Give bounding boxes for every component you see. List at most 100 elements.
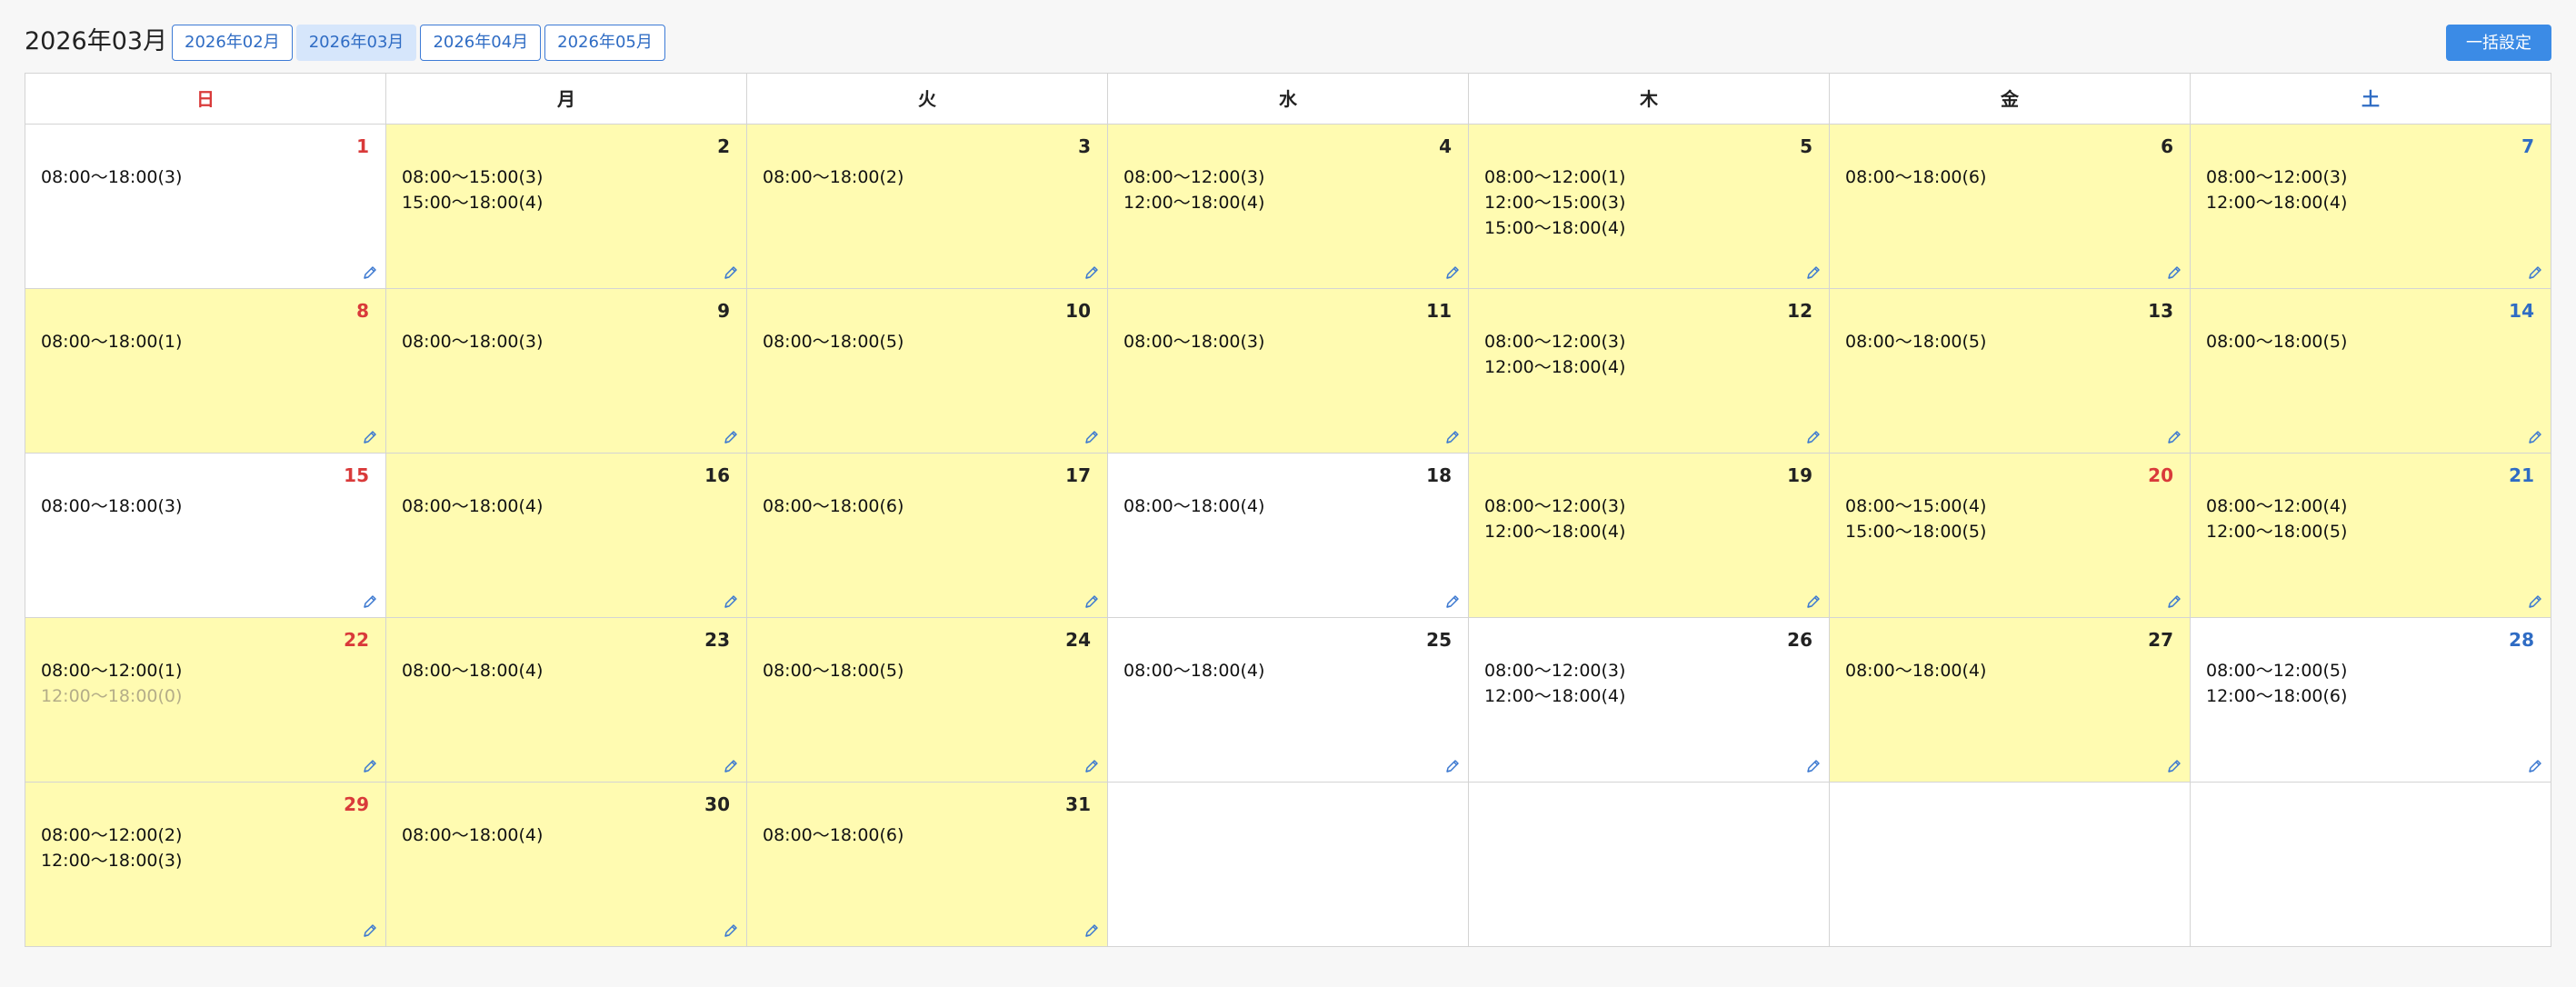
day-cell: 10 08:00〜18:00(5) — [747, 289, 1108, 454]
time-slot: 12:00〜18:00(4) — [1484, 686, 1626, 706]
day-number: 12 — [1787, 300, 1812, 322]
day-number: 13 — [2148, 300, 2173, 322]
edit-pencil-icon[interactable] — [723, 922, 739, 939]
time-slot: 12:00〜18:00(4) — [1484, 522, 1626, 542]
day-number: 16 — [704, 464, 730, 486]
edit-pencil-icon[interactable] — [1083, 429, 1100, 445]
day-number: 28 — [2509, 629, 2534, 651]
day-number: 11 — [1426, 300, 1452, 322]
edit-pencil-icon[interactable] — [1805, 593, 1822, 610]
time-slot-list: 08:00〜18:00(4) — [1123, 494, 1264, 519]
edit-pencil-icon[interactable] — [723, 593, 739, 610]
edit-pencil-icon[interactable] — [1444, 593, 1461, 610]
day-number: 23 — [704, 629, 730, 651]
edit-pencil-icon[interactable] — [2527, 264, 2543, 281]
day-cell: 3 08:00〜18:00(2) — [747, 125, 1108, 289]
day-number: 6 — [2161, 135, 2173, 157]
time-slot-list: 08:00〜18:00(2) — [763, 164, 904, 190]
month-tab-2026-02[interactable]: 2026年02月 — [172, 25, 293, 61]
time-slot: 08:00〜15:00(3) — [402, 167, 544, 187]
edit-pencil-icon[interactable] — [2166, 593, 2182, 610]
time-slot: 08:00〜18:00(4) — [1845, 661, 1987, 681]
weekday-tue: 火 — [747, 74, 1108, 125]
edit-pencil-icon[interactable] — [2166, 429, 2182, 445]
time-slot: 08:00〜12:00(2) — [41, 825, 183, 845]
day-number: 17 — [1065, 464, 1091, 486]
day-cell: 6 08:00〜18:00(6) — [1830, 125, 2191, 289]
edit-pencil-icon[interactable] — [362, 758, 378, 774]
day-number: 22 — [344, 629, 369, 651]
day-number: 8 — [356, 300, 369, 322]
bulk-settings-button[interactable]: 一括設定 — [2446, 25, 2551, 61]
time-slot-list: 08:00〜18:00(4) — [402, 658, 543, 683]
page-title: 2026年03月 — [25, 27, 168, 55]
time-slot-list: 08:00〜12:00(1) 12:00〜15:00(3) 15:00〜18:00(… — [1484, 164, 1625, 241]
edit-pencil-icon[interactable] — [723, 264, 739, 281]
time-slot: 08:00〜12:00(3) — [2206, 167, 2348, 187]
edit-pencil-icon[interactable] — [1444, 758, 1461, 774]
empty-day-cell — [1108, 783, 1469, 947]
time-slot: 08:00〜12:00(1) — [1484, 167, 1626, 187]
edit-pencil-icon[interactable] — [723, 758, 739, 774]
day-cell: 21 08:00〜12:00(4) 12:00〜18:00(5) — [2191, 454, 2551, 618]
month-tab-2026-03[interactable]: 2026年03月 — [295, 25, 417, 61]
calendar-week: 29 08:00〜12:00(2) 12:00〜18:00(3) 30 08:00〜18… — [25, 783, 2551, 947]
time-slot-list: 08:00〜15:00(4) 15:00〜18:00(5) — [1845, 494, 1986, 544]
day-cell: 1 08:00〜18:00(3) — [25, 125, 386, 289]
edit-pencil-icon[interactable] — [2527, 429, 2543, 445]
time-slot: 08:00〜12:00(3) — [1484, 496, 1626, 516]
day-cell: 20 08:00〜15:00(4) 15:00〜18:00(5) — [1830, 454, 2191, 618]
day-cell: 16 08:00〜18:00(4) — [386, 454, 747, 618]
edit-pencil-icon[interactable] — [723, 429, 739, 445]
edit-pencil-icon[interactable] — [1805, 429, 1822, 445]
edit-pencil-icon[interactable] — [2166, 758, 2182, 774]
edit-pencil-icon[interactable] — [1444, 264, 1461, 281]
day-number: 3 — [1078, 135, 1091, 157]
time-slot: 08:00〜18:00(4) — [402, 825, 544, 845]
time-slot: 12:00〜18:00(4) — [1484, 357, 1626, 377]
time-slot: 08:00〜18:00(4) — [1123, 496, 1265, 516]
day-number: 14 — [2509, 300, 2534, 322]
empty-day-cell — [1830, 783, 2191, 947]
edit-pencil-icon[interactable] — [1083, 922, 1100, 939]
edit-pencil-icon[interactable] — [1805, 758, 1822, 774]
edit-pencil-icon[interactable] — [1083, 593, 1100, 610]
edit-pencil-icon[interactable] — [362, 429, 378, 445]
edit-pencil-icon[interactable] — [362, 264, 378, 281]
edit-pencil-icon[interactable] — [1083, 264, 1100, 281]
time-slot: 08:00〜12:00(3) — [1484, 332, 1626, 352]
edit-pencil-icon[interactable] — [2527, 758, 2543, 774]
day-number: 2 — [717, 135, 730, 157]
calendar-week: 15 08:00〜18:00(3) 16 08:00〜18:00(4) 17 08:00〜… — [25, 454, 2551, 618]
month-tab-2026-05[interactable]: 2026年05月 — [544, 25, 665, 61]
empty-day-cell — [1469, 783, 1830, 947]
edit-pencil-icon[interactable] — [1083, 758, 1100, 774]
calendar-week: 22 08:00〜12:00(1) 12:00〜18:00(0) 23 08:00〜18… — [25, 618, 2551, 783]
month-tab-2026-04[interactable]: 2026年04月 — [420, 25, 542, 61]
day-cell: 11 08:00〜18:00(3) — [1108, 289, 1469, 454]
day-number: 1 — [356, 135, 369, 157]
day-number: 5 — [1800, 135, 1812, 157]
time-slot: 15:00〜18:00(5) — [1845, 522, 1987, 542]
time-slot: 08:00〜18:00(5) — [1845, 332, 1987, 352]
time-slot: 08:00〜18:00(3) — [41, 496, 183, 516]
time-slot: 08:00〜18:00(1) — [41, 332, 183, 352]
edit-pencil-icon[interactable] — [1444, 429, 1461, 445]
edit-pencil-icon[interactable] — [2527, 593, 2543, 610]
day-number: 21 — [2509, 464, 2534, 486]
day-cell: 5 08:00〜12:00(1) 12:00〜15:00(3) 15:00〜18:00… — [1469, 125, 1830, 289]
edit-pencil-icon[interactable] — [2166, 264, 2182, 281]
weekday-wed: 水 — [1108, 74, 1469, 125]
day-cell: 18 08:00〜18:00(4) — [1108, 454, 1469, 618]
time-slot-list: 08:00〜12:00(3) 12:00〜18:00(4) — [2206, 164, 2347, 215]
day-number: 20 — [2148, 464, 2173, 486]
edit-pencil-icon[interactable] — [362, 593, 378, 610]
time-slot-list: 08:00〜18:00(1) — [41, 329, 182, 354]
edit-pencil-icon[interactable] — [362, 922, 378, 939]
day-number: 30 — [704, 793, 730, 815]
day-cell: 9 08:00〜18:00(3) — [386, 289, 747, 454]
time-slot-list: 08:00〜18:00(6) — [1845, 164, 1986, 190]
time-slot: 12:00〜18:00(6) — [2206, 686, 2348, 706]
time-slot: 08:00〜18:00(6) — [763, 496, 904, 516]
edit-pencil-icon[interactable] — [1805, 264, 1822, 281]
